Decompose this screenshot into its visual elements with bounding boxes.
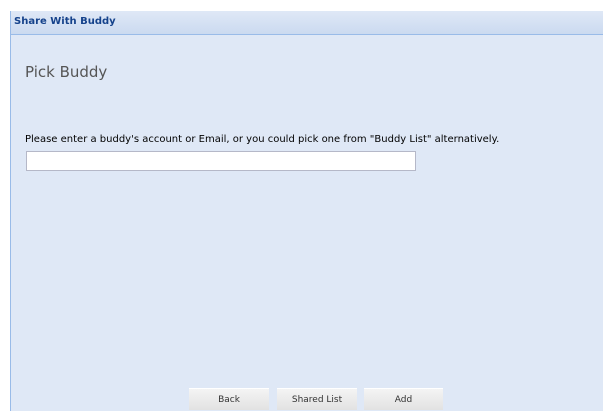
back-button[interactable]: Back [189, 388, 269, 410]
pick-buddy-heading: Pick Buddy [25, 63, 108, 81]
buddy-account-input[interactable] [26, 151, 416, 171]
share-with-buddy-dialog: Share With Buddy Pick Buddy Please enter… [10, 11, 603, 411]
shared-list-button[interactable]: Shared List [277, 388, 357, 410]
dialog-title: Share With Buddy [14, 16, 116, 27]
instruction-text: Please enter a buddy's account or Email,… [25, 134, 500, 145]
dialog-titlebar: Share With Buddy [11, 11, 603, 35]
add-button[interactable]: Add [364, 388, 443, 410]
